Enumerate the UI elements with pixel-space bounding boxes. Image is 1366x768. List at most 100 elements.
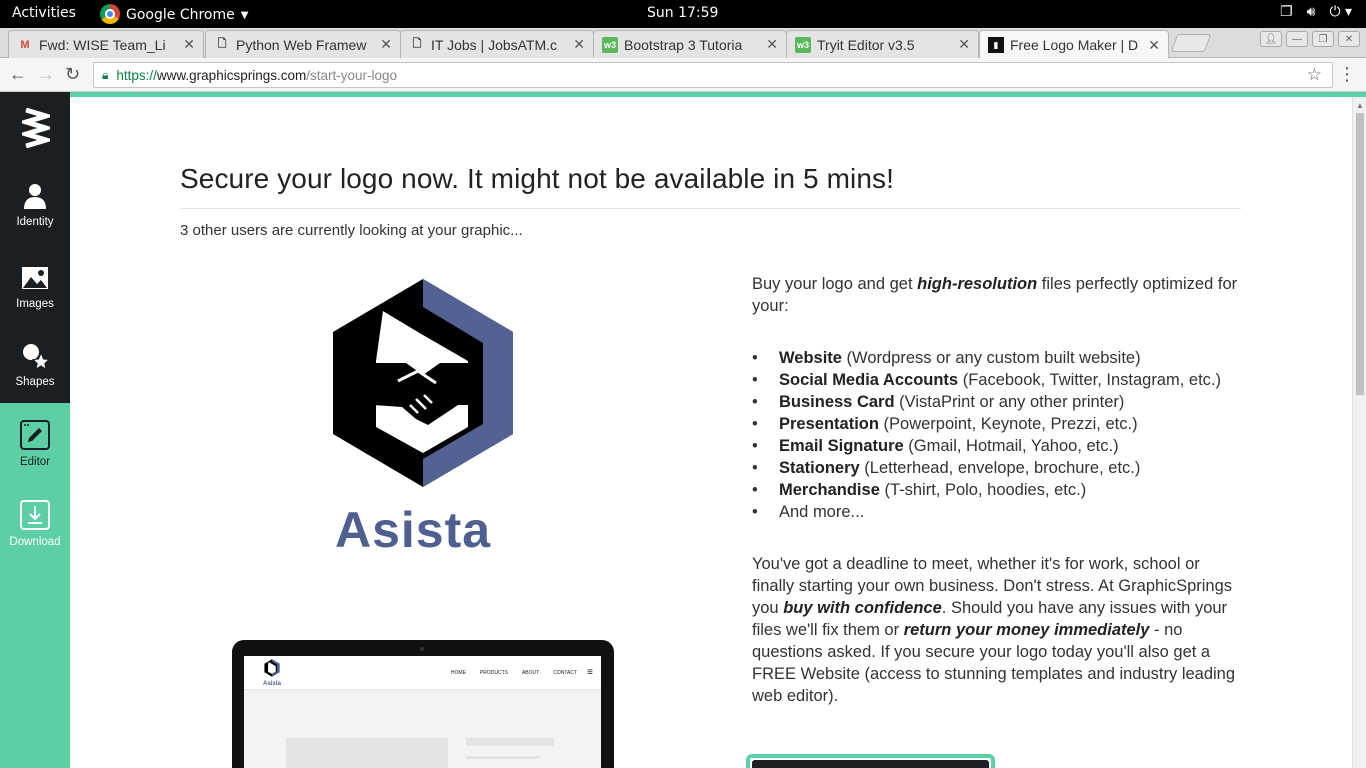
feature-name: Website	[779, 349, 842, 367]
tab-title: Fwd: WISE Team_Li	[39, 36, 166, 53]
feature-detail: (Gmail, Hotmail, Yahoo, etc.)	[903, 437, 1119, 455]
guarantee-emphasis: return your money immediately	[903, 621, 1150, 639]
close-tab-icon[interactable]: ✕	[766, 36, 778, 53]
close-tab-icon[interactable]: ✕	[183, 36, 195, 53]
scroll-up-icon[interactable]: ▲	[1356, 101, 1364, 110]
tab-title: Bootstrap 3 Tutoria	[624, 36, 743, 53]
tab-jobs[interactable]: 🗋 IT Jobs | JobsATM.c ✕	[400, 30, 594, 58]
activities-button[interactable]: Activities	[12, 5, 76, 21]
laptop-mockup: Asista HOME PRODUCTS ABOUT CONTACT ≡	[232, 640, 614, 768]
sidebar-item-editor[interactable]: Editor	[0, 420, 70, 468]
page-icon: 🗋	[217, 38, 227, 50]
mockup-menu-icon: ≡	[587, 667, 593, 678]
tab-strip: M Fwd: WISE Team_Li ✕ 🗋 Python Web Frame…	[0, 28, 1366, 59]
tab-title: Python Web Framew	[236, 36, 367, 53]
page-icon: 🗋	[412, 38, 422, 50]
buy-button[interactable]	[746, 754, 995, 768]
buy-button-inner[interactable]	[752, 760, 989, 768]
mockup-placeholder-line	[466, 738, 554, 746]
sidebar-item-shapes[interactable]: Shapes	[0, 342, 70, 388]
feature-detail: (VistaPrint or any other printer)	[894, 393, 1125, 411]
browser-toolbar: ← → ↻ 🔒︎ https:// www.graphicsprings.com…	[0, 58, 1366, 92]
app-menu[interactable]: Google Chrome ▼	[100, 4, 248, 25]
url-host: www.graphicsprings.com	[156, 67, 307, 83]
tab-bootstrap[interactable]: w3 Bootstrap 3 Tutoria ✕	[593, 30, 787, 58]
feature-name: Email Signature	[779, 437, 904, 455]
list-item: Stationery (Letterhead, envelope, brochu…	[752, 457, 1242, 479]
scrollbar-thumb[interactable]	[1356, 113, 1364, 395]
clock[interactable]: Sun 17:59	[647, 5, 718, 21]
profile-icon[interactable]: 👤︎	[1260, 31, 1282, 47]
benefits-column: Buy your logo and get high-resolution fi…	[752, 273, 1242, 707]
tab-tryit[interactable]: w3 Tryit Editor v3.5 ✕	[786, 30, 979, 58]
intro-paragraph: Buy your logo and get high-resolution fi…	[752, 273, 1242, 317]
list-item: Social Media Accounts (Facebook, Twitter…	[752, 369, 1242, 391]
sidebar-item-images[interactable]: Images	[0, 264, 70, 310]
tab-title: Free Logo Maker | D	[1010, 37, 1139, 53]
feature-name: Social Media Accounts	[779, 371, 959, 389]
viewer-count-text: 3 other users are currently looking at y…	[180, 222, 523, 239]
mockup-placeholder-line	[466, 756, 540, 759]
page-scrollbar[interactable]: ▲	[1352, 97, 1366, 768]
sidebar-item-identity[interactable]: Identity	[0, 182, 70, 228]
close-window-button[interactable]: ✕	[1338, 31, 1360, 47]
feature-list: Website (Wordpress or any custom built w…	[752, 347, 1242, 523]
guarantee-paragraph: You've got a deadline to meet, whether i…	[752, 553, 1242, 707]
bookmark-star-icon[interactable]: ☆	[1307, 65, 1322, 85]
feature-detail: (Facebook, Twitter, Instagram, etc.)	[958, 371, 1221, 389]
system-tray[interactable]: ❐ 🔊︎ ⏻ ▾	[1280, 4, 1352, 20]
mockup-navbar: Asista HOME PRODUCTS ABOUT CONTACT ≡	[244, 656, 601, 690]
close-tab-icon[interactable]: ✕	[1148, 37, 1160, 54]
person-icon	[24, 184, 46, 209]
url-path: /start-your-logo	[306, 67, 398, 83]
list-item: Business Card (VistaPrint or any other p…	[752, 391, 1242, 413]
chrome-icon	[100, 4, 120, 24]
camera-dot	[420, 647, 424, 651]
divider	[180, 208, 1241, 209]
close-tab-icon[interactable]: ✕	[958, 36, 970, 53]
mockup-screen: Asista HOME PRODUCTS ABOUT CONTACT ≡	[244, 656, 601, 768]
chrome-menu-icon[interactable]: ⋮	[1338, 64, 1356, 85]
reload-icon[interactable]: ↻	[65, 64, 80, 85]
system-top-bar: Activities Google Chrome ▼ Sun 17:59 ❐ 🔊…	[0, 0, 1366, 28]
close-tab-icon[interactable]: ✕	[573, 36, 585, 53]
guarantee-emphasis: buy with confidence	[783, 599, 942, 617]
window-icon[interactable]: ❐	[1280, 4, 1293, 20]
list-item: Website (Wordpress or any custom built w…	[752, 347, 1242, 369]
logo-brand-name: Asista	[335, 502, 492, 558]
feature-name: Presentation	[779, 415, 879, 433]
tab-gmail[interactable]: M Fwd: WISE Team_Li ✕	[8, 30, 204, 58]
tab-logo-maker[interactable]: ▮ Free Logo Maker | D ✕	[979, 30, 1169, 59]
tab-title: IT Jobs | JobsATM.c	[431, 36, 558, 53]
list-item: Merchandise (T-shirt, Polo, hoodies, etc…	[752, 479, 1242, 501]
intro-emphasis: high-resolution	[917, 275, 1038, 293]
feature-name: Business Card	[779, 393, 895, 411]
new-tab-button[interactable]	[1170, 34, 1212, 52]
close-tab-icon[interactable]: ✕	[380, 36, 392, 53]
sidebar-item-download[interactable]: Download	[0, 500, 70, 548]
main-content: Secure your logo now. It might not be av…	[70, 97, 1352, 768]
download-icon	[20, 500, 50, 530]
window-controls: 👤︎ — ❐ ✕	[1260, 31, 1360, 47]
page-title: Secure your logo now. It might not be av…	[180, 163, 894, 194]
mockup-nav-products: PRODUCTS	[479, 670, 508, 676]
mockup-nav-contact: CONTACT	[553, 670, 577, 676]
image-icon	[22, 267, 48, 289]
power-icon[interactable]: ⏻ ▾	[1329, 4, 1352, 20]
back-icon[interactable]: ←	[9, 64, 27, 85]
maximize-button[interactable]: ❐	[1312, 31, 1334, 47]
hexagon-handshake-logo-icon	[333, 279, 513, 487]
tab-title: Tryit Editor v3.5	[817, 36, 915, 53]
lock-icon[interactable]: 🔒︎	[102, 68, 108, 83]
graphicsprings-logo-icon[interactable]	[22, 108, 50, 148]
mockup-nav-about: ABOUT	[521, 670, 540, 676]
address-bar[interactable]: 🔒︎ https:// www.graphicsprings.com /star…	[93, 62, 1333, 88]
mockup-logo-icon	[264, 659, 280, 677]
feature-detail: (Powerpoint, Keynote, Prezzi, etc.)	[878, 415, 1138, 433]
volume-icon[interactable]: 🔊︎	[1307, 4, 1316, 20]
sidebar-item-label: Shapes	[15, 376, 55, 388]
tab-python[interactable]: 🗋 Python Web Framew ✕	[205, 30, 401, 58]
forward-icon[interactable]: →	[37, 64, 55, 85]
editor-sidebar: Identity Images Shapes Editor Download	[0, 92, 70, 768]
minimize-button[interactable]: —	[1286, 31, 1308, 47]
